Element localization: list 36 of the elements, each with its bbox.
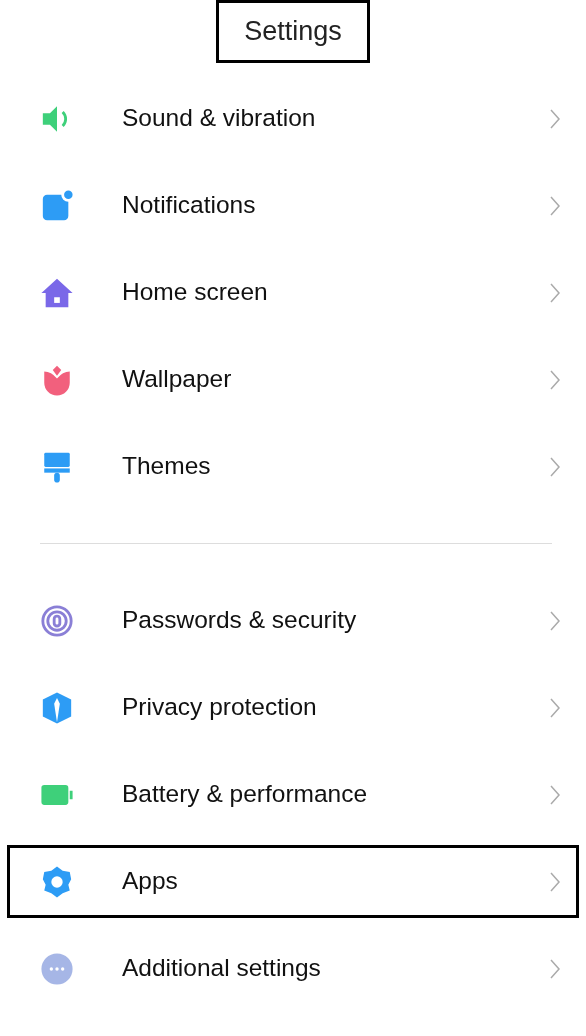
chevron-icon — [550, 456, 560, 477]
chevron-icon — [550, 282, 560, 303]
chevron-icon — [550, 108, 560, 129]
fingerprint-icon — [40, 603, 74, 638]
settings-row[interactable]: Passwords & security — [0, 577, 586, 664]
settings-row[interactable]: Apps — [0, 838, 586, 925]
notification-icon — [40, 188, 74, 223]
row-label: Battery & performance — [122, 779, 368, 810]
chevron-icon — [550, 369, 560, 390]
chevron-icon — [550, 697, 560, 718]
chevron-icon — [550, 958, 560, 979]
shield-icon — [40, 690, 74, 725]
row-label: Notifications — [122, 190, 256, 221]
page-title: Settings — [216, 0, 370, 63]
settings-row[interactable]: Home screen — [0, 249, 586, 336]
settings-row[interactable]: Privacy protection — [0, 664, 586, 751]
row-label: Apps — [122, 866, 178, 897]
settings-row[interactable]: Battery & performance — [0, 751, 586, 838]
row-label: Additional settings — [122, 953, 321, 984]
settings-row[interactable]: Additional settings — [0, 925, 586, 1012]
settings-row[interactable]: Themes — [0, 423, 586, 510]
settings-row[interactable]: Notifications — [0, 162, 586, 249]
chevron-icon — [550, 610, 560, 631]
row-label: Home screen — [122, 277, 268, 308]
settings-row[interactable]: Sound & vibration — [0, 75, 586, 162]
chevron-icon — [550, 195, 560, 216]
chevron-icon — [550, 784, 560, 805]
more-icon — [40, 951, 74, 986]
row-label: Wallpaper — [122, 364, 232, 395]
row-label: Privacy protection — [122, 692, 317, 723]
row-label: Passwords & security — [122, 605, 357, 636]
row-label: Themes — [122, 451, 211, 482]
chevron-icon — [550, 871, 560, 892]
row-label: Sound & vibration — [122, 103, 316, 134]
settings-row[interactable]: Wallpaper — [0, 336, 586, 423]
gear-icon — [40, 864, 74, 899]
